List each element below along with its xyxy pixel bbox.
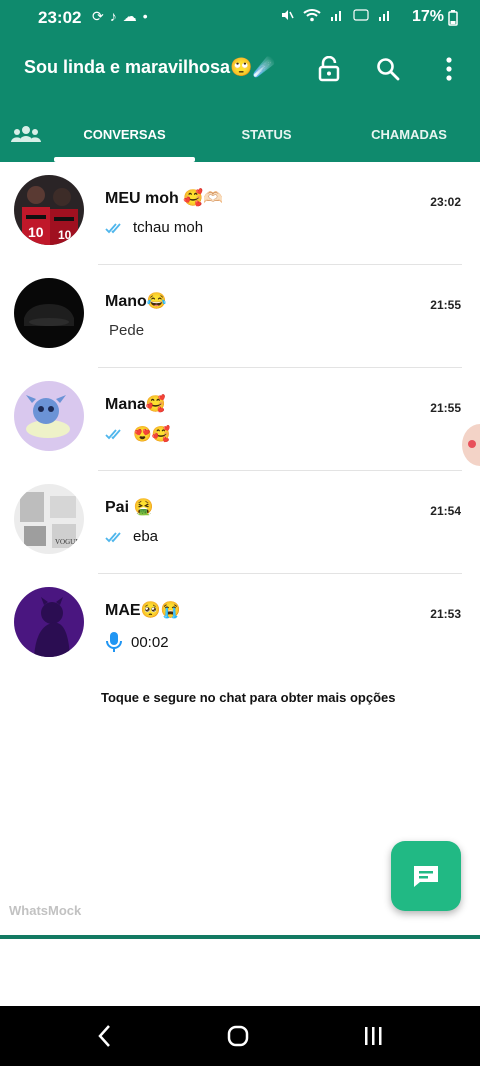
svg-text:VOGUE: VOGUE — [55, 538, 80, 546]
avatar[interactable]: VOGUE — [14, 484, 84, 554]
home-button[interactable] — [213, 1018, 263, 1054]
battery-icon — [448, 10, 458, 26]
tab-bar: CONVERSAS STATUS CHAMADAS — [0, 112, 480, 162]
dot-icon: • — [142, 8, 154, 24]
more-vert-icon — [446, 57, 452, 81]
battery-percent: 17% — [411, 8, 444, 25]
avatar[interactable] — [14, 278, 84, 348]
mute-icon — [282, 10, 295, 20]
chat-preview: 00:02 — [105, 631, 169, 653]
status-time: 23:02 — [38, 8, 82, 27]
chat-row[interactable]: Mano😂 Pede 21:55 — [0, 265, 480, 368]
svg-text:10: 10 — [58, 228, 72, 242]
chat-time: 21:53 — [430, 607, 461, 621]
chat-last-message: Pede — [109, 322, 145, 339]
double-check-icon — [105, 222, 121, 233]
tiktok-icon: ♪ — [109, 8, 123, 24]
chat-name: MEU moh 🥰🫶🏻 — [105, 190, 224, 207]
lock-icon — [318, 56, 340, 82]
new-chat-button[interactable] — [391, 841, 461, 911]
recents-button[interactable] — [348, 1018, 398, 1054]
volte-icon — [353, 9, 369, 21]
back-icon — [98, 1025, 110, 1047]
chat-name: Mano😂 — [105, 293, 167, 310]
chat-row[interactable]: MAE🥺😭 00:02 21:53 — [0, 574, 480, 677]
community-icon — [11, 126, 41, 142]
home-icon — [227, 1025, 249, 1047]
hint-text: Toque e segure no chat para obter mais o… — [101, 690, 396, 705]
chat-time: 23:02 — [430, 195, 461, 209]
lock-button[interactable] — [312, 52, 346, 86]
tab-community[interactable] — [0, 112, 52, 156]
chat-last-message: tchau moh — [133, 219, 204, 236]
double-check-icon — [105, 531, 121, 542]
watermark: WhatsMock — [9, 903, 82, 918]
avatar[interactable]: 10 10 — [14, 175, 84, 245]
recents-icon — [365, 1027, 382, 1045]
new-message-icon — [414, 866, 438, 887]
tab-conversas[interactable]: CONVERSAS — [54, 112, 195, 156]
cloud-icon: ☁ — [122, 8, 143, 24]
chat-time: 21:54 — [430, 504, 461, 518]
chat-name: Pai 🤮 — [105, 499, 154, 516]
double-check-icon — [105, 429, 121, 440]
notification-dot — [468, 440, 476, 448]
chat-row[interactable]: 10 10 MEU moh 🥰🫶🏻 tchau moh 23:02 — [0, 162, 480, 265]
search-icon — [377, 58, 400, 81]
wifi-icon — [303, 9, 321, 22]
tab-chamadas[interactable]: CHAMADAS — [338, 112, 480, 156]
app-header: 23:02 ⟳♪☁• 17% Sou linda e maravilhosa🙄☄… — [0, 0, 480, 162]
chat-preview: tchau moh — [105, 219, 203, 236]
chat-preview: 😍🥰 — [105, 425, 170, 443]
back-button[interactable] — [80, 1018, 130, 1054]
tab-status[interactable]: STATUS — [196, 112, 337, 156]
avatar[interactable] — [14, 587, 84, 657]
chat-row[interactable]: Mana🥰 😍🥰 21:55 — [0, 368, 480, 471]
system-nav-bar — [0, 1006, 480, 1066]
bottom-divider — [0, 935, 480, 939]
chat-last-message: eba — [133, 528, 159, 545]
search-button[interactable] — [371, 52, 405, 86]
chat-name: MAE🥺😭 — [105, 602, 181, 619]
chat-time: 21:55 — [430, 401, 461, 415]
avatar[interactable] — [14, 381, 84, 451]
signal-icon — [331, 11, 342, 21]
svg-text:10: 10 — [28, 224, 44, 240]
voice-duration: 00:02 — [131, 633, 169, 651]
chat-name: Mana🥰 — [105, 396, 166, 413]
sync-icon: ⟳ — [92, 8, 110, 24]
signal-icon — [379, 11, 389, 21]
chat-last-message: 😍🥰 — [133, 426, 171, 443]
status-left-icons: ⟳♪☁• — [92, 8, 154, 25]
status-bar: 23:02 ⟳♪☁• 17% — [0, 0, 480, 36]
chat-time: 21:55 — [430, 298, 461, 312]
more-options-button[interactable] — [432, 52, 466, 86]
chat-preview: Pede — [109, 322, 144, 339]
page-title: Sou linda e maravilhosa🙄☄️ — [24, 57, 275, 77]
status-right-icons — [280, 8, 392, 25]
mic-icon — [106, 632, 122, 652]
chat-preview: eba — [105, 528, 158, 545]
chat-row[interactable]: VOGUE Pai 🤮 eba 21:54 — [0, 471, 480, 574]
